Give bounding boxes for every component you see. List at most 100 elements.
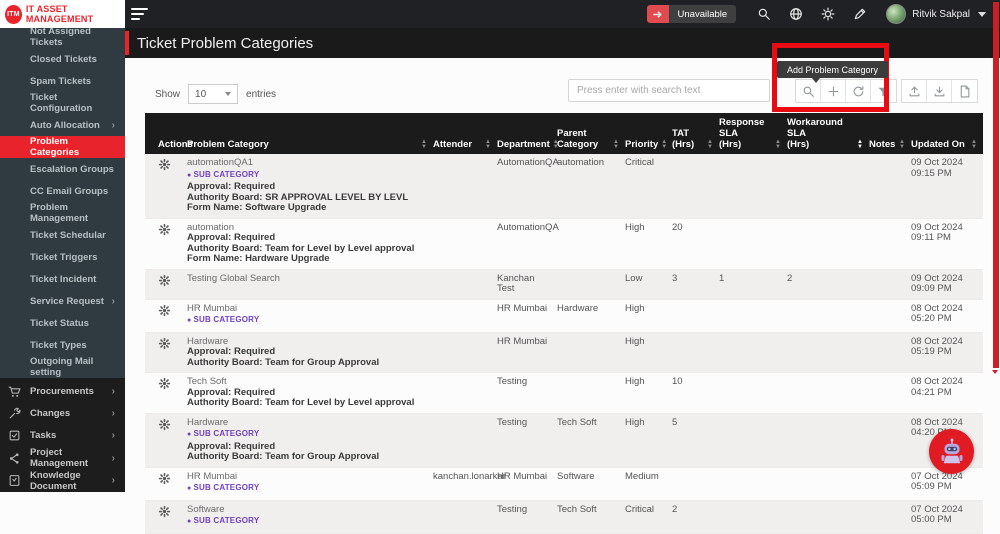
sidebar-item-problem-management[interactable]: Problem Management [0,202,125,224]
sort-icon[interactable]: ▲▼ [968,140,977,150]
export-file-button[interactable] [952,80,977,102]
refresh-button[interactable] [846,80,871,102]
scrollbar-arrow-icon [992,370,998,374]
sidebar-item-ticket-configuration[interactable]: Ticket Configuration [0,92,125,114]
department-cell: Testing [497,413,557,467]
page-header: Ticket Problem Categories [125,28,1000,58]
column-header-parent-category[interactable]: ParentCategory ▲▼ [557,113,625,154]
row-actions-gear-icon[interactable] [158,304,171,317]
column-header-attender[interactable]: Attender▲▼ [433,113,497,154]
top-bar: Unavailable Ritvik Sakpal [125,0,1000,28]
sidebar-item-ticket-types[interactable]: Ticket Types [0,334,125,356]
sort-icon[interactable]: ▲▼ [704,140,713,150]
chatbot-button[interactable] [929,429,974,474]
sort-icon[interactable]: ▲▼ [482,140,491,150]
column-header-label: ParentCategory [557,128,598,150]
sort-icon[interactable]: ▲▼ [418,140,427,150]
column-header-response-sla-hrs[interactable]: Response SLA(Hrs)▲▼ [719,113,787,154]
sort-icon[interactable]: ▲▼ [772,140,781,150]
chevron-down-icon[interactable] [978,12,986,17]
entries-per-page-select[interactable]: 10 [188,84,238,104]
column-header-label: Notes [869,139,895,150]
sidebar-item-not-assigned-tickets[interactable]: Not Assigned Tickets [0,26,125,48]
sidebar-item-tasks[interactable]: Tasks› [0,425,125,447]
sidebar-item-ticket-status[interactable]: Ticket Status [0,312,125,334]
sidebar-item-project-management[interactable]: Project Management› [0,447,125,469]
sidebar-item-procurements[interactable]: Procurements› [0,380,125,402]
add-button[interactable] [821,80,846,102]
response-sla-hrs-cell [719,218,787,269]
sort-icon[interactable]: ▲▼ [896,140,905,150]
sidebar-item-cc-email-groups[interactable]: CC Email Groups [0,180,125,202]
row-actions-gear-icon[interactable] [158,337,171,350]
sidebar-item-ticket-incident[interactable]: Ticket Incident [0,268,125,290]
sort-icon[interactable]: ▲▼ [610,140,619,150]
row-actions-gear-icon[interactable] [158,158,171,171]
updated-on-cell: 09 Oct 202409:09 PM [911,269,983,299]
row-actions-gear-icon[interactable] [158,223,171,236]
search-icon[interactable] [757,7,771,21]
vertical-scrollbar[interactable] [993,2,999,368]
row-actions-gear-icon[interactable] [158,377,171,390]
row-actions-gear-icon[interactable] [158,505,171,518]
column-header-problem-category[interactable]: Problem Category▲▼ [187,113,433,154]
row-actions-gear-icon[interactable] [158,472,171,485]
column-header-updated-on[interactable]: Updated On▲▼ [911,113,983,154]
column-header-workaround-sla-hrs[interactable]: Workaround SLA(Hrs)▲▼ [787,113,869,154]
row-actions-gear-icon[interactable] [158,418,171,431]
sidebar-item-service-request[interactable]: Service Request› [0,290,125,312]
parent-category-cell [557,269,625,299]
sidebar-item-label: Auto Allocation [30,120,100,131]
app-logo[interactable]: ITM IT ASSET MANAGEMENT [0,0,125,28]
sort-icon[interactable]: ▲▼ [658,140,667,150]
column-header-notes[interactable]: Notes▲▼ [869,113,911,154]
gear-icon[interactable] [821,7,835,21]
download-button[interactable] [927,80,952,102]
add-problem-category-tooltip: Add Problem Category [777,61,888,78]
sidebar-item-closed-tickets[interactable]: Closed Tickets [0,48,125,70]
bullet-icon: ● [187,431,191,438]
upload-button[interactable] [902,80,927,102]
priority-cell: High [625,332,672,373]
sidebar-item-escalation-groups[interactable]: Escalation Groups [0,158,125,180]
table-row: Tech SoftApproval: RequiredAuthority Boa… [145,373,983,414]
sub-category-badge[interactable]: ●SUB CATEGORY [187,429,429,441]
sub-category-badge[interactable]: ●SUB CATEGORY [187,516,429,528]
download-icon [933,85,946,98]
search-button[interactable] [796,80,821,102]
hamburger-menu-icon[interactable] [131,5,161,23]
notes-cell [869,299,911,332]
sidebar-item-knowledge-document[interactable]: Knowledge Document› [0,470,125,492]
bullet-icon: ● [187,518,191,525]
pencil-icon[interactable] [853,7,867,21]
globe-icon[interactable] [789,7,803,21]
response-sla-hrs-cell [719,500,787,533]
sub-category-badge[interactable]: ●SUB CATEGORY [187,483,429,495]
sidebar-item-label: Tasks [30,430,56,441]
parent-category-cell [557,218,625,269]
column-header-department[interactable]: Department▲▼ [497,113,557,154]
column-header-priority[interactable]: Priority▲▼ [625,113,672,154]
row-actions-gear-icon[interactable] [158,274,171,287]
search-input[interactable] [568,79,770,102]
workaround-sla-hrs-cell: 2 [787,269,869,299]
chevron-down-icon [225,92,231,96]
availability-toggle[interactable]: Unavailable [647,5,737,23]
column-header-tat-hrs[interactable]: TAT(Hrs)▲▼ [672,113,719,154]
sidebar-item-label: Knowledge Document [30,470,112,492]
user-name[interactable]: Ritvik Sakpal [912,9,970,20]
sidebar-item-outgoing-mail-setting[interactable]: Outgoing Mail setting [0,356,125,378]
sidebar-item-ticket-schedular[interactable]: Ticket Schedular [0,224,125,246]
sidebar-item-auto-allocation[interactable]: Auto Allocation› [0,114,125,136]
sidebar-item-problem-categories[interactable]: Problem Categories [0,136,125,158]
sidebar-item-ticket-triggers[interactable]: Ticket Triggers [0,246,125,268]
sort-icon[interactable]: ▲▼ [854,140,863,150]
sidebar-item-spam-tickets[interactable]: Spam Tickets [0,70,125,92]
filter-button[interactable] [871,80,896,102]
sidebar-item-changes[interactable]: Changes› [0,402,125,424]
notes-cell [869,500,911,533]
sub-category-badge[interactable]: ●SUB CATEGORY [187,170,429,182]
tooltip-caret [812,78,820,83]
sub-category-badge[interactable]: ●SUB CATEGORY [187,315,429,327]
avatar[interactable] [886,4,906,24]
